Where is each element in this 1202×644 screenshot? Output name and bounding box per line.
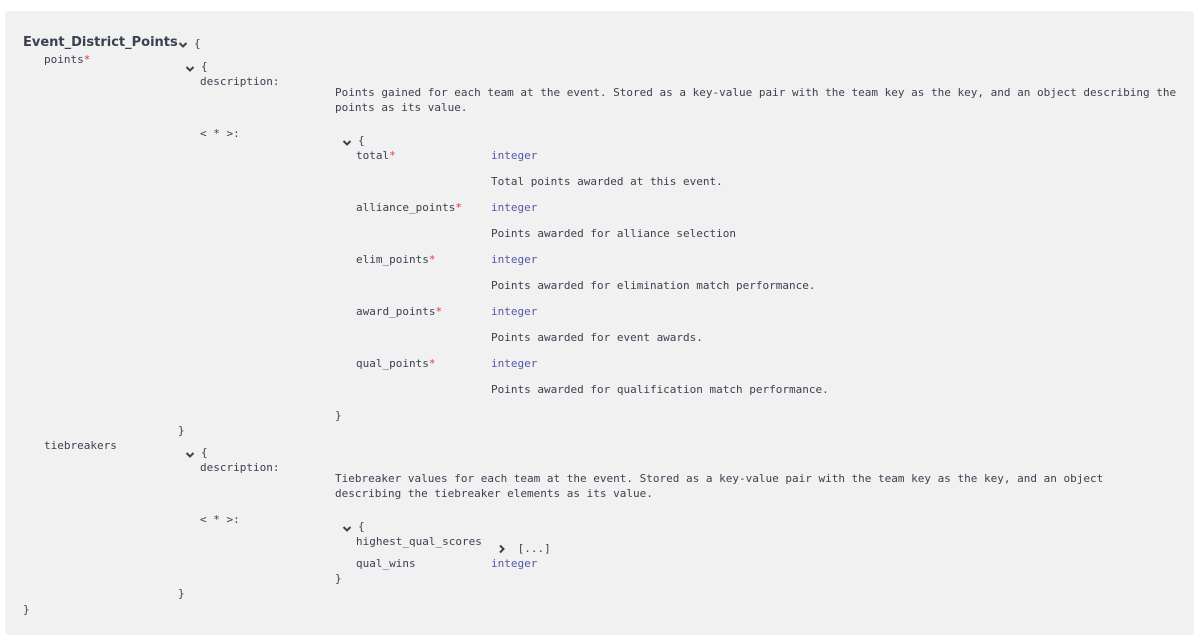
tiebreakers-inner-open-brace: { bbox=[358, 520, 365, 533]
points-inner-open-brace: { bbox=[358, 134, 365, 147]
field-description-qual-points: Points awarded for qualification match p… bbox=[491, 383, 829, 396]
chevron-down-icon bbox=[342, 524, 352, 534]
points-description: Points gained for each team at the event… bbox=[335, 86, 1177, 114]
field-type-award-points: integer bbox=[491, 305, 538, 318]
field-description-total: Total points awarded at this event. bbox=[491, 175, 723, 188]
points-inner-expand-toggle[interactable] bbox=[342, 136, 352, 150]
chevron-down-icon bbox=[342, 138, 352, 148]
field-type-elim-points: integer bbox=[491, 253, 538, 266]
highest-qual-scores-expand-toggle[interactable]: [...] bbox=[497, 542, 551, 556]
tiebreakers-open-brace: { bbox=[201, 446, 208, 459]
required-marker: * bbox=[428, 253, 436, 266]
collapsed-array-value: [...] bbox=[517, 542, 551, 555]
model-open-brace: { bbox=[194, 37, 201, 50]
tiebreakers-close-brace: } bbox=[178, 587, 185, 600]
tiebreakers-description: Tiebreaker values for each team at the e… bbox=[335, 472, 1104, 500]
field-type-alliance-points: integer bbox=[491, 201, 538, 214]
field-name-elim-points: elim_points* bbox=[356, 253, 436, 266]
property-name-tiebreakers: tiebreakers bbox=[44, 439, 117, 452]
points-expand-toggle[interactable] bbox=[185, 62, 195, 76]
field-description-elim-points: Points awarded for elimination match per… bbox=[491, 279, 816, 292]
points-open-brace: { bbox=[201, 60, 208, 73]
field-name-alliance-points: alliance_points* bbox=[356, 201, 462, 214]
field-name-qual-points: qual_points* bbox=[356, 357, 436, 370]
required-marker: * bbox=[389, 149, 396, 162]
tiebreakers-additional-label: < * >: bbox=[200, 513, 240, 526]
required-marker: * bbox=[428, 357, 436, 370]
field-name-highest-qual-scores: highest_qual_scores bbox=[356, 535, 482, 548]
tiebreakers-inner-close-brace: } bbox=[335, 572, 342, 585]
property-name-points: points* bbox=[44, 53, 91, 66]
points-description-label: description: bbox=[200, 75, 280, 88]
chevron-right-icon bbox=[497, 544, 507, 554]
field-type-qual-wins: integer bbox=[491, 557, 538, 570]
tiebreakers-inner-expand-toggle[interactable] bbox=[342, 522, 352, 536]
field-name-total: total* bbox=[356, 149, 396, 162]
field-name-qual-wins: qual_wins bbox=[356, 557, 416, 570]
required-marker: * bbox=[435, 305, 443, 318]
field-description-alliance-points: Points awarded for alliance selection bbox=[491, 227, 737, 240]
chevron-down-icon bbox=[185, 64, 195, 74]
field-type-qual-points: integer bbox=[491, 357, 538, 370]
model-expand-toggle[interactable] bbox=[178, 38, 188, 52]
points-inner-close-brace: } bbox=[335, 409, 342, 422]
field-name-award-points: award_points* bbox=[356, 305, 443, 318]
required-marker: * bbox=[83, 53, 91, 66]
chevron-down-icon bbox=[178, 40, 188, 50]
required-marker: * bbox=[455, 201, 462, 214]
field-type-total: integer bbox=[491, 149, 538, 162]
chevron-down-icon bbox=[185, 450, 195, 460]
points-close-brace: } bbox=[178, 424, 185, 437]
field-description-award-points: Points awarded for event awards. bbox=[491, 331, 703, 344]
model-title: Event_District_Points bbox=[23, 35, 178, 50]
model-close-brace: } bbox=[23, 603, 30, 616]
tiebreakers-expand-toggle[interactable] bbox=[185, 448, 195, 462]
points-additional-label: < * >: bbox=[200, 127, 240, 140]
tiebreakers-description-label: description: bbox=[200, 461, 280, 474]
